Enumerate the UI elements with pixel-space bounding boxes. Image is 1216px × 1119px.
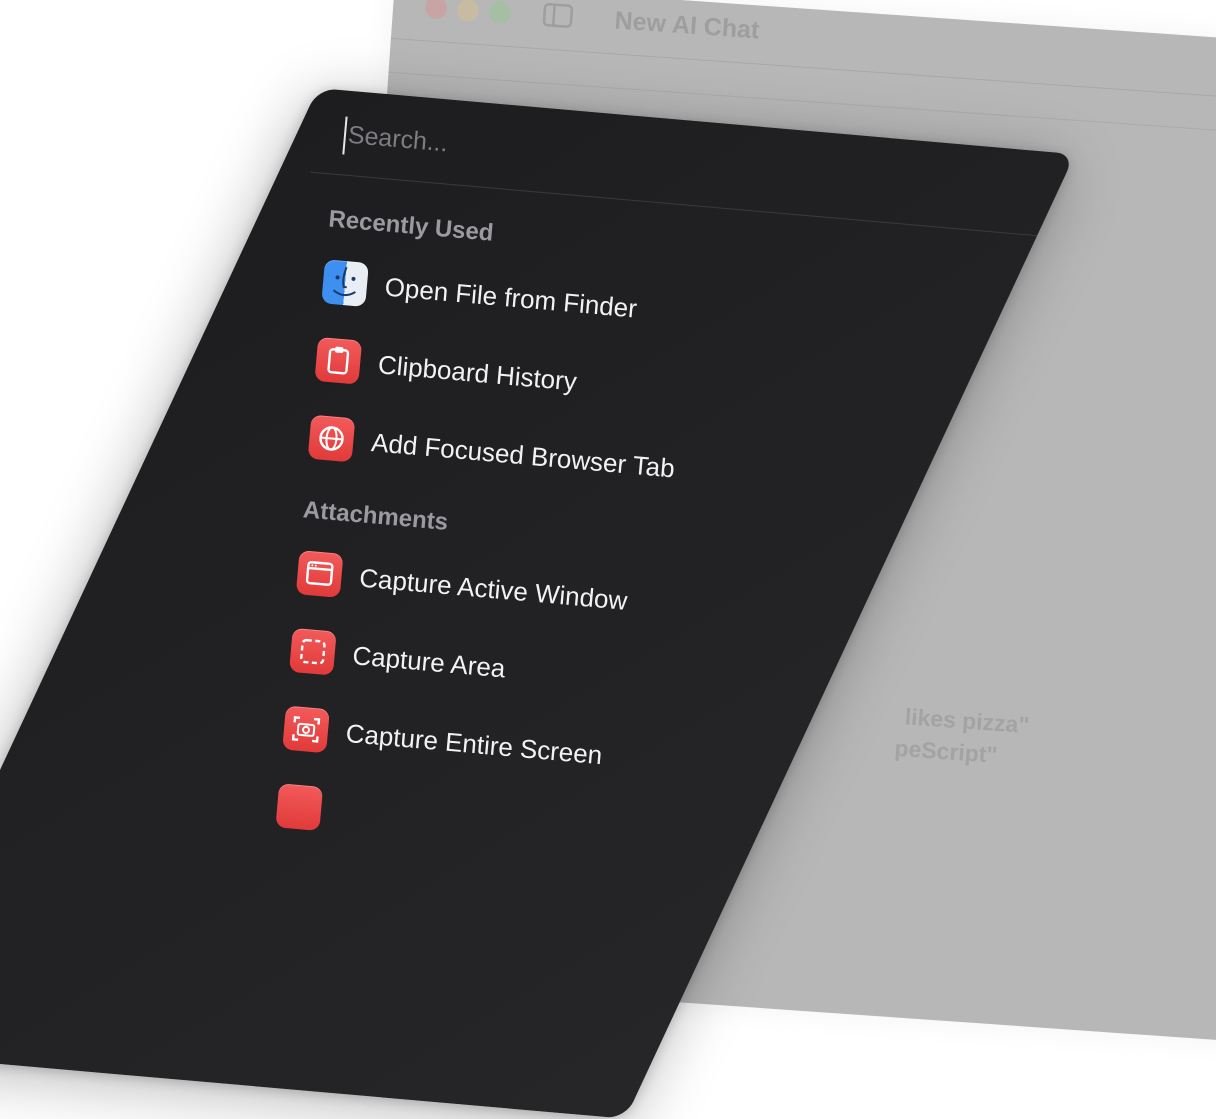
list-icon <box>275 783 324 831</box>
zoom-window-button[interactable] <box>488 0 512 25</box>
section-header-recently-used: Recently Used <box>327 205 495 247</box>
window-icon <box>295 550 344 598</box>
menu-item-label: Capture Entire Screen <box>344 717 604 771</box>
finder-icon <box>321 259 369 307</box>
background-titlebar: New AI Chat <box>390 0 1216 109</box>
background-window-title: New AI Chat <box>613 6 761 45</box>
camera-icon <box>282 705 330 754</box>
clipboard-icon <box>314 336 363 385</box>
menu-item-label: Add Focused Browser Tab <box>370 427 676 484</box>
minimize-window-button[interactable] <box>456 0 480 22</box>
close-window-button[interactable] <box>424 0 448 20</box>
menu-item-label: Open File from Finder <box>383 271 639 324</box>
menu-item-label: Clipboard History <box>376 349 579 397</box>
background-hint-text: likes pizza" <box>903 703 1031 739</box>
globe-icon <box>307 414 356 463</box>
section-header-attachments: Attachments <box>302 496 450 536</box>
sidebar-toggle-icon[interactable] <box>542 2 574 28</box>
menu-item-label: Capture Area <box>351 640 507 684</box>
background-hint-text: peScript" <box>893 734 999 768</box>
area-select-icon <box>289 627 337 676</box>
menu-item-label: Capture Active Window <box>358 562 629 616</box>
